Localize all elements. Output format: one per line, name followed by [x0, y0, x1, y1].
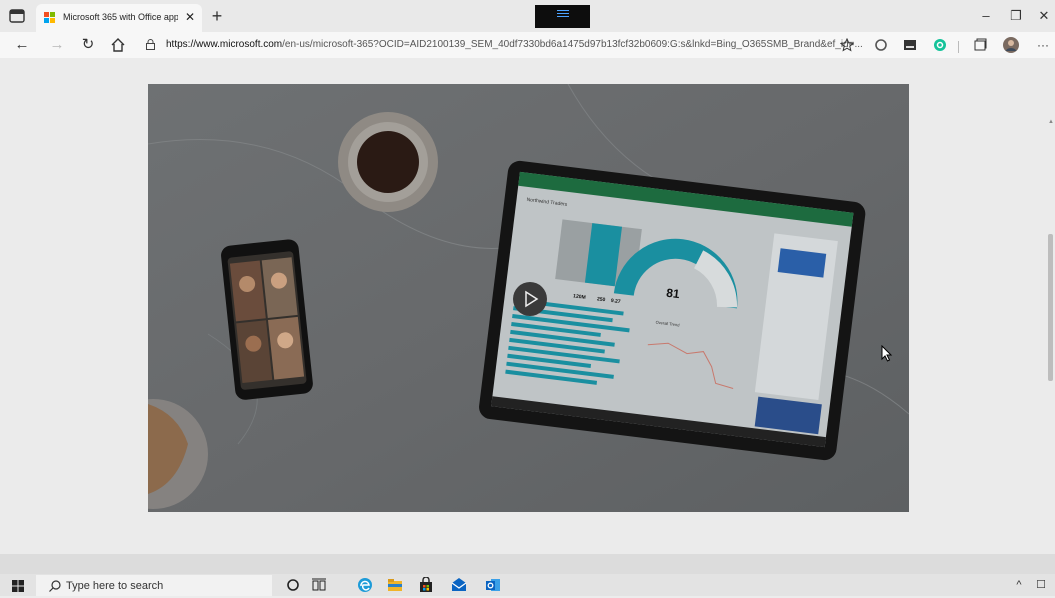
- video-player[interactable]: Northwind Traders 81 120M 250 9.27 Overa…: [148, 84, 909, 512]
- refresh-icon[interactable]: ↻: [78, 35, 98, 55]
- active-tab[interactable]: Microsoft 365 with Office apps | ✕: [36, 4, 202, 32]
- notification-icon[interactable]: ☐: [1034, 578, 1048, 592]
- tab-close-button[interactable]: ✕: [182, 9, 198, 25]
- toolbar-divider: [958, 41, 959, 53]
- microsoft-logo-icon: [44, 12, 56, 24]
- mail-icon[interactable]: [451, 577, 467, 593]
- url-path: /en-us/microsoft-365?OCID=AID2100139_SEM…: [282, 39, 863, 50]
- outlook-icon[interactable]: [485, 577, 501, 593]
- task-view-icon[interactable]: [311, 577, 327, 593]
- url-domain: https://www.microsoft.com: [166, 39, 283, 50]
- profile-avatar[interactable]: [1003, 37, 1019, 53]
- page-bottom-strip: [0, 554, 1055, 574]
- forward-icon[interactable]: →: [47, 35, 67, 55]
- minimize-button[interactable]: –: [978, 8, 994, 24]
- play-icon: [525, 290, 539, 308]
- extension-icon-1[interactable]: [874, 38, 888, 52]
- lock-icon: [146, 39, 155, 50]
- grammarly-icon[interactable]: [933, 38, 947, 52]
- restore-button[interactable]: ❐: [1008, 8, 1024, 24]
- stat-3: 9.27: [611, 298, 622, 305]
- coffee-cup: [338, 112, 438, 212]
- extension-icon-2[interactable]: [903, 38, 917, 52]
- collections-icon[interactable]: [973, 38, 987, 52]
- page-content: Northwind Traders 81 120M 250 9.27 Overa…: [0, 58, 1055, 554]
- menu-icon: [557, 10, 569, 11]
- navigation-bar: ← → ↻ https://www.microsoft.com/en-us/mi…: [0, 32, 1055, 58]
- tray-chevron-icon[interactable]: ^: [1012, 578, 1026, 592]
- windows-taskbar: Type here to search ^ ☐: [0, 574, 1055, 596]
- search-icon: [49, 580, 61, 592]
- scroll-up-arrow-icon[interactable]: ▲: [1047, 119, 1055, 125]
- phone: [221, 239, 313, 400]
- file-explorer-icon[interactable]: [387, 577, 403, 593]
- cortana-icon[interactable]: [285, 577, 301, 593]
- mouse-cursor-icon: [881, 344, 893, 363]
- scrollbar-thumb[interactable]: [1048, 234, 1053, 381]
- url-text: https://www.microsoft.com/en-us/microsof…: [166, 39, 863, 50]
- edge-icon[interactable]: [357, 577, 373, 593]
- tab-title: Microsoft 365 with Office apps |: [63, 12, 178, 22]
- taskbar-search-box[interactable]: Type here to search: [36, 575, 272, 596]
- address-bar[interactable]: https://www.microsoft.com/en-us/microsof…: [142, 35, 863, 55]
- play-button[interactable]: [513, 282, 547, 316]
- favorites-star-icon[interactable]: [839, 37, 855, 52]
- settings-more-button[interactable]: ···: [1033, 35, 1053, 55]
- store-icon[interactable]: [418, 576, 434, 593]
- new-tab-button[interactable]: +: [207, 6, 227, 26]
- tab-actions-icon[interactable]: [8, 8, 26, 24]
- home-icon[interactable]: [108, 35, 128, 55]
- close-window-button[interactable]: ✕: [1036, 8, 1052, 24]
- stat-2: 250: [597, 296, 606, 303]
- title-bar: Microsoft 365 with Office apps | ✕ + – ❐…: [0, 0, 1055, 32]
- search-placeholder: Type here to search: [66, 580, 164, 592]
- screen-share-bar[interactable]: [535, 5, 590, 28]
- back-icon[interactable]: ←: [12, 35, 32, 55]
- windows-start-icon[interactable]: [12, 579, 24, 592]
- gauge-value: 81: [665, 286, 680, 302]
